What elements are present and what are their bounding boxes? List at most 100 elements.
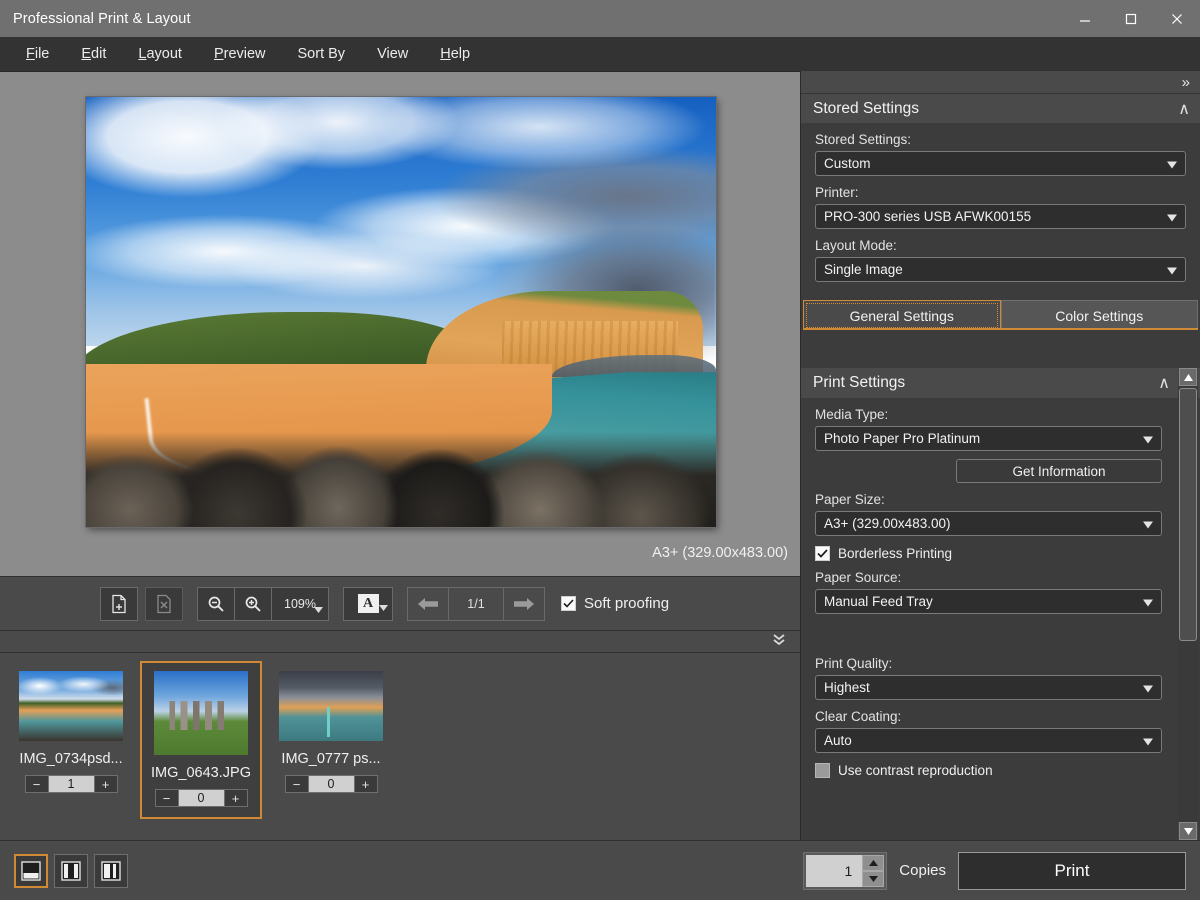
orientation-dropdown[interactable]: A: [343, 586, 393, 621]
print-button[interactable]: Print: [958, 851, 1186, 890]
window-controls: [1062, 0, 1200, 37]
decrement-button[interactable]: −: [24, 775, 49, 793]
layout-mode-select[interactable]: Single Image: [815, 257, 1186, 282]
settings-scrollbar[interactable]: [1178, 368, 1198, 840]
chevron-up-icon[interactable]: ∧: [1158, 373, 1170, 393]
chevron-up-icon[interactable]: ∧: [1178, 99, 1190, 119]
menu-help[interactable]: Help: [424, 42, 486, 66]
media-type-value: Photo Paper Pro Platinum: [824, 431, 981, 446]
chevron-down-icon: [1143, 431, 1153, 446]
print-settings-header[interactable]: Print Settings ∧: [801, 368, 1200, 398]
zoom-out-icon[interactable]: [197, 586, 235, 621]
copy-count-stepper[interactable]: − 0 +: [154, 789, 248, 807]
copies-increment-icon[interactable]: [862, 854, 885, 871]
scroll-down-icon[interactable]: [1179, 822, 1197, 840]
zoom-in-icon[interactable]: [234, 586, 272, 621]
print-preview-page[interactable]: [86, 97, 716, 527]
chevron-double-down-icon[interactable]: [772, 632, 786, 651]
thumbnail-panel-collapse-handle[interactable]: [0, 631, 800, 653]
copy-count-value[interactable]: 1: [48, 775, 94, 793]
menu-preview[interactable]: Preview: [198, 42, 282, 66]
menu-bar: FFileile Edit Layout Preview Sort By Vie…: [0, 37, 1200, 71]
list-item[interactable]: IMG_0734psd... − 1 +: [10, 661, 132, 805]
decrement-button[interactable]: −: [154, 789, 179, 807]
copy-count-stepper[interactable]: − 0 +: [284, 775, 378, 793]
print-quality-value: Highest: [824, 680, 870, 695]
tab-color-settings[interactable]: Color Settings: [1000, 300, 1198, 330]
scrollbar-track[interactable]: [1178, 386, 1198, 822]
thumbnail-image[interactable]: [279, 671, 383, 741]
contrast-reproduction-row[interactable]: Use contrast reproduction: [815, 763, 1162, 778]
copies-value[interactable]: 1: [806, 854, 863, 887]
increment-button[interactable]: +: [93, 775, 118, 793]
stored-settings-select[interactable]: Custom: [815, 151, 1186, 176]
scrollbar-thumb[interactable]: [1179, 388, 1197, 641]
menu-view[interactable]: View: [361, 42, 424, 66]
paper-size-select[interactable]: A3+ (329.00x483.00): [815, 511, 1162, 536]
thumbnail-image[interactable]: [154, 671, 248, 755]
view-mode-group: [0, 853, 128, 888]
stored-settings-header[interactable]: Stored Settings ∧: [801, 93, 1200, 123]
page-indicator: 1/1: [448, 586, 504, 621]
view-mode-split-icon[interactable]: [54, 853, 88, 888]
zoom-level-dropdown[interactable]: 109%: [271, 586, 329, 621]
increment-button[interactable]: +: [223, 789, 248, 807]
stored-settings-label: Stored Settings:: [815, 132, 912, 147]
thumbnail-image[interactable]: [19, 671, 123, 741]
maximize-icon[interactable]: [1108, 0, 1154, 37]
list-item[interactable]: IMG_0777 ps... − 0 +: [270, 661, 392, 805]
paper-source-field: Paper Source: Manual Feed Tray: [801, 570, 1176, 614]
thumbnail-strip[interactable]: IMG_0734psd... − 1 + IMG_0643.JPG − 0 + …: [0, 653, 800, 840]
borderless-printing-checkbox[interactable]: [815, 546, 830, 561]
expand-panel-icon[interactable]: »: [1182, 75, 1190, 90]
tab-underline: [803, 328, 1198, 330]
soft-proofing-checkbox[interactable]: [561, 596, 576, 611]
menu-edit[interactable]: Edit: [65, 42, 122, 66]
decrement-button[interactable]: −: [284, 775, 309, 793]
menu-sort-by[interactable]: Sort By: [282, 42, 362, 66]
printer-select[interactable]: PRO-300 series USB AFWK00155: [815, 204, 1186, 229]
view-mode-single-icon[interactable]: [14, 853, 48, 888]
orientation-icon: A: [357, 594, 379, 613]
stored-settings-body: Stored Settings: Custom Printer: PRO-300…: [801, 132, 1200, 294]
menu-file[interactable]: FFileile: [10, 42, 65, 66]
focus-ring: [806, 303, 998, 328]
clear-coating-select[interactable]: Auto: [815, 728, 1162, 753]
scroll-up-icon[interactable]: [1179, 368, 1197, 386]
tab-color-settings-label: Color Settings: [1055, 307, 1144, 324]
media-type-select[interactable]: Photo Paper Pro Platinum: [815, 426, 1162, 451]
zoom-group: 109%: [197, 586, 329, 621]
list-item[interactable]: IMG_0643.JPG − 0 +: [140, 661, 262, 819]
close-icon[interactable]: [1154, 0, 1200, 37]
copies-stepper[interactable]: 1: [803, 851, 888, 890]
tab-general-settings[interactable]: General Settings: [803, 300, 1001, 330]
paper-source-select[interactable]: Manual Feed Tray: [815, 589, 1162, 614]
next-page-icon[interactable]: [503, 586, 545, 621]
borderless-printing-label: Borderless Printing: [838, 546, 953, 561]
page-navigation: 1/1: [407, 586, 545, 621]
copy-count-value[interactable]: 0: [308, 775, 354, 793]
orientation-group: A: [343, 586, 393, 621]
window-title: Professional Print & Layout: [13, 10, 191, 27]
increment-button[interactable]: +: [353, 775, 378, 793]
delete-page-icon[interactable]: [145, 586, 183, 621]
menu-layout[interactable]: Layout: [122, 42, 198, 66]
copy-count-stepper[interactable]: − 1 +: [24, 775, 118, 793]
contrast-reproduction-checkbox[interactable]: [815, 763, 830, 778]
previous-page-icon[interactable]: [407, 586, 449, 621]
borderless-printing-row[interactable]: Borderless Printing: [815, 546, 1162, 561]
chevron-down-icon: [1143, 680, 1153, 695]
print-quality-select[interactable]: Highest: [815, 675, 1162, 700]
print-settings-scroll-content: Media Type: Photo Paper Pro Platinum Get…: [801, 398, 1176, 840]
get-information-button[interactable]: Get Information: [956, 459, 1162, 483]
title-bar: Professional Print & Layout: [0, 0, 1200, 37]
soft-proofing-toggle[interactable]: Soft proofing: [561, 595, 669, 612]
preview-canvas[interactable]: A3+ (329.00x483.00): [0, 71, 800, 576]
copy-count-value[interactable]: 0: [178, 789, 224, 807]
add-page-icon[interactable]: [100, 586, 138, 621]
panel-top-bar: »: [801, 71, 1200, 93]
copies-decrement-icon[interactable]: [862, 870, 885, 887]
view-mode-thumbnail-icon[interactable]: [94, 853, 128, 888]
contrast-reproduction-label: Use contrast reproduction: [838, 763, 993, 778]
minimize-icon[interactable]: [1062, 0, 1108, 37]
